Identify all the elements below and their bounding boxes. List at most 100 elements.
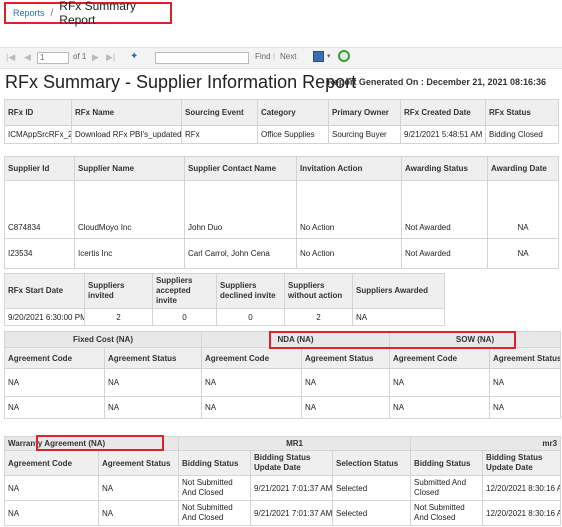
cell-awarding-date: NA xyxy=(487,180,559,239)
table-row: NA NA NA NA NA NA xyxy=(4,368,562,397)
cell-rfx-id: ICMAppSrcRFx_285 xyxy=(4,125,72,144)
cell-suppliers-awarded: NA xyxy=(352,308,445,326)
cell-awarding-status: Not Awarded xyxy=(401,238,488,269)
cell-awarding-status: Not Awarded xyxy=(401,180,488,239)
col-sourcing-event: Sourcing Event xyxy=(181,99,258,126)
cell: NA xyxy=(201,396,302,419)
cell-supplier-contact: John Duo xyxy=(184,180,297,239)
next-page-icon[interactable]: ▶ xyxy=(92,52,99,63)
col-primary-owner: Primary Owner xyxy=(328,99,401,126)
table-row: NA NA Not Submitted And Closed 9/21/2021… xyxy=(4,475,562,501)
col-rfx-start-date: RFx Start Date xyxy=(4,273,85,309)
cell-suppliers-without-action: 2 xyxy=(284,308,353,326)
cell: 12/20/2021 8:30:16 AM xyxy=(482,500,562,526)
group-sow: SOW (NA) xyxy=(389,331,562,348)
col-suppliers-accepted: Suppliers accepted invite xyxy=(152,273,217,309)
col-bidding-status-update-date: Bidding Status Update Date xyxy=(482,450,562,476)
cell-category: Office Supplies xyxy=(257,125,329,144)
cell-supplier-name: Icertis Inc xyxy=(74,238,185,269)
cell-rfx-start-date: 9/20/2021 6:30:00 PM xyxy=(4,308,85,326)
cell: Submitted And Closed xyxy=(410,475,484,501)
col-suppliers-invited: Suppliers invited xyxy=(84,273,153,309)
cell: NA xyxy=(4,500,99,526)
cell: NA xyxy=(104,396,202,419)
cell: NA xyxy=(389,368,491,397)
last-page-icon[interactable]: ▶| xyxy=(106,52,115,63)
cell: NA xyxy=(389,396,491,419)
table-row: NA NA Not Submitted And Closed 9/21/2021… xyxy=(4,500,562,526)
col-suppliers-awarded: Suppliers Awarded xyxy=(352,273,445,309)
cell: Selected xyxy=(332,475,412,501)
cell: 12/20/2021 8:30:16 AM xyxy=(482,475,562,501)
table-row: 9/20/2021 6:30:00 PM 2 0 0 2 NA xyxy=(4,308,445,326)
col-category: Category xyxy=(257,99,329,126)
find-next-button[interactable]: Next xyxy=(280,52,296,61)
col-agreement-status: Agreement Status xyxy=(300,347,391,369)
cell: NA xyxy=(97,475,180,501)
report-title: RFx Summary - Supplier Information Repor… xyxy=(5,72,357,92)
export-icon[interactable] xyxy=(313,51,324,62)
refresh-icon[interactable] xyxy=(338,50,350,62)
col-supplier-name: Supplier Name xyxy=(74,156,185,181)
cell: NA xyxy=(300,396,391,419)
col-bidding-status-update-date: Bidding Status Update Date xyxy=(250,450,334,476)
find-button[interactable]: Find xyxy=(255,52,271,61)
agreements-table: Fixed Cost (NA) NDA (NA) SOW (NA) Agreem… xyxy=(4,331,562,419)
first-page-icon[interactable]: |◀ xyxy=(6,52,15,63)
col-bidding-status: Bidding Status xyxy=(410,450,484,476)
group-fixed-cost: Fixed Cost (NA) xyxy=(4,331,202,348)
cell-rfx-created-date: 9/21/2021 5:48:51 AM xyxy=(400,125,486,144)
cell-rfx-status: Bidding Closed xyxy=(485,125,559,144)
cell-suppliers-accepted: 0 xyxy=(152,308,217,326)
cell: NA xyxy=(201,368,302,397)
table-row: C874834 CloudMoyo Inc John Duo No Action… xyxy=(4,180,559,239)
cell: Not Submitted And Closed xyxy=(178,500,252,526)
col-supplier-contact-name: Supplier Contact Name xyxy=(184,156,297,181)
cell-invitation-action: No Action xyxy=(296,180,402,239)
cell: NA xyxy=(97,500,180,526)
cell: Not Submitted And Closed xyxy=(410,500,484,526)
col-agreement-code: Agreement Code xyxy=(201,347,302,369)
cell: Not Submitted And Closed xyxy=(178,475,252,501)
cell-suppliers-invited: 2 xyxy=(84,308,153,326)
cell-awarding-date: NA xyxy=(487,238,559,269)
cell: 9/21/2021 7:01:37 AM xyxy=(250,500,334,526)
group-mr3: mr3 xyxy=(410,436,562,451)
col-agreement-status: Agreement Status xyxy=(489,347,562,369)
col-awarding-status: Awarding Status xyxy=(401,156,488,181)
page-count: of 1 xyxy=(73,52,87,61)
table-row: NA NA NA NA NA NA xyxy=(4,396,562,419)
cell: NA xyxy=(300,368,391,397)
cell: NA xyxy=(489,368,562,397)
breadcrumb: Reports / RFx Summary Report xyxy=(4,0,172,27)
cell: NA xyxy=(4,475,99,501)
cell: NA xyxy=(104,368,202,397)
cell: NA xyxy=(4,396,105,419)
col-awarding-date: Awarding Date xyxy=(487,156,559,181)
group-warranty: Warranty Agreement (NA) xyxy=(3,436,180,451)
breadcrumb-reports-link[interactable]: Reports xyxy=(13,8,45,18)
warranty-table: Warranty Agreement (NA) MR1 mr3 Agreemen… xyxy=(3,436,562,526)
report-generated: Report Generated On : December 21, 2021 … xyxy=(327,77,546,87)
col-agreement-code: Agreement Code xyxy=(4,450,99,476)
col-suppliers-declined: Suppliers declined invite xyxy=(216,273,285,309)
col-invitation-action: Invitation Action xyxy=(296,156,402,181)
cell: NA xyxy=(4,368,105,397)
page-number-input[interactable]: 1 xyxy=(37,52,69,64)
cell-sourcing-event: RFx xyxy=(181,125,258,144)
cell-supplier-contact: Carl Carrol, John Cena xyxy=(184,238,297,269)
cell-rfx-name: Download RFx PBI's_updated xyxy=(71,125,182,144)
prev-page-icon[interactable]: ◀ xyxy=(24,52,31,63)
col-supplier-id: Supplier Id xyxy=(4,156,75,181)
breadcrumb-separator: / xyxy=(50,7,54,19)
find-input[interactable] xyxy=(155,52,249,64)
group-nda: NDA (NA) xyxy=(200,331,391,348)
col-agreement-status: Agreement Status xyxy=(97,450,180,476)
back-icon[interactable]: ✦ xyxy=(130,51,138,62)
cell-primary-owner: Sourcing Buyer xyxy=(328,125,401,144)
export-dropdown-icon[interactable]: ▾ xyxy=(327,52,331,60)
col-rfx-status: RFx Status xyxy=(485,99,559,126)
cell-supplier-name: CloudMoyo Inc xyxy=(74,180,185,239)
cell: Selected xyxy=(332,500,412,526)
col-agreement-code: Agreement Code xyxy=(4,347,105,369)
